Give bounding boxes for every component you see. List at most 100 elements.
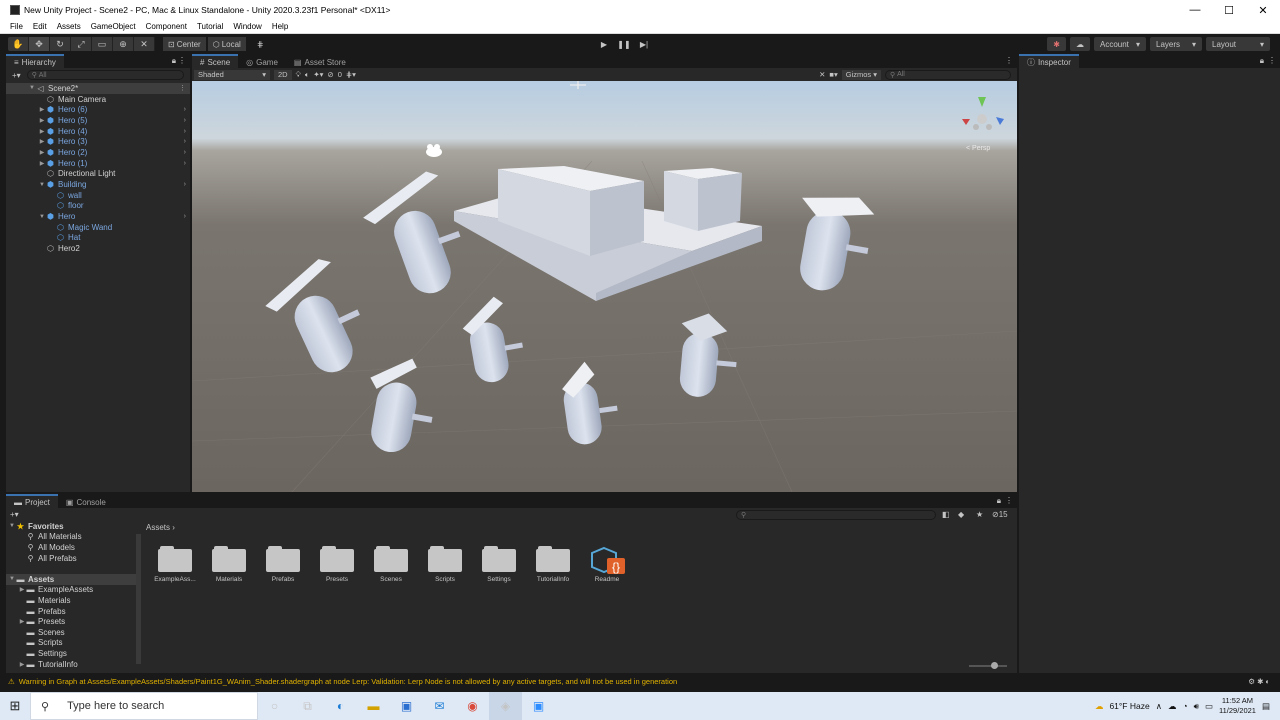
expand-arrow-icon[interactable]: ▶	[18, 661, 26, 668]
asset-folder[interactable]: Prefabs	[258, 546, 308, 583]
filter-by-type-icon[interactable]: ◧	[942, 510, 950, 519]
tab-inspector[interactable]: ⓘ Inspector	[1019, 54, 1079, 68]
menu-tutorial[interactable]: Tutorial	[192, 22, 228, 31]
asset-folder[interactable]: TutorialInfo	[528, 546, 578, 583]
project-tree-item[interactable]: ▶ ▬ TutorialInfo	[6, 659, 136, 670]
expand-arrow-icon[interactable]: ▼	[38, 182, 46, 188]
hierarchy-item[interactable]: ▶ ⬢ Hero (4) ›	[6, 126, 190, 137]
transform-tool-icon[interactable]: ⊕	[113, 37, 134, 51]
tab-project[interactable]: ▬ Project	[6, 494, 58, 508]
pivot-center-toggle[interactable]: ⊡ Center	[163, 37, 206, 51]
expand-arrow-icon[interactable]: ▼	[38, 214, 46, 220]
move-tool-icon[interactable]: ✥	[29, 37, 50, 51]
custom-tool-icon[interactable]: ✕	[134, 37, 155, 51]
menu-component[interactable]: Component	[141, 22, 192, 31]
chevron-right-icon[interactable]: ›	[184, 117, 186, 124]
menu-window[interactable]: Window	[228, 22, 266, 31]
project-tree-scrollbar[interactable]	[136, 534, 141, 664]
hierarchy-item[interactable]: ⬡ Magic Wand	[6, 222, 190, 233]
menu-file[interactable]: File	[0, 22, 28, 31]
store-icon[interactable]: ▣	[390, 692, 423, 720]
hierarchy-item[interactable]: ▶ ⬢ Hero (2) ›	[6, 147, 190, 158]
hierarchy-search-input[interactable]: ⚲ All	[26, 70, 184, 80]
tab-game[interactable]: ◎ Game	[238, 54, 286, 68]
chrome-icon[interactable]: ◉	[456, 692, 489, 720]
rect-tool-icon[interactable]: ▭	[92, 37, 113, 51]
tab-console[interactable]: ▣ Console	[57, 494, 114, 508]
weather-text[interactable]: 61°F Haze	[1109, 701, 1149, 711]
account-dropdown[interactable]: Account ▾	[1094, 37, 1146, 51]
project-tree-item[interactable]: ▬ Settings	[6, 648, 136, 659]
chevron-right-icon[interactable]: ›	[184, 149, 186, 156]
hierarchy-item[interactable]: ▶ ⬢ Hero (1) ›	[6, 158, 190, 169]
expand-arrow-icon[interactable]: ▶	[38, 138, 46, 145]
tab-hierarchy[interactable]: ≡ Hierarchy	[6, 54, 64, 68]
hierarchy-item[interactable]: ▼ ◁ Scene2* ⋮	[6, 83, 190, 94]
network-icon[interactable]: ◔	[1182, 701, 1187, 711]
taskbar-search-input[interactable]: ⚲ Type here to search	[30, 692, 258, 720]
lock-icon[interactable]: 🔒︎	[997, 496, 1001, 506]
kebab-menu-icon[interactable]: ⋮	[1005, 56, 1013, 65]
edge-icon[interactable]: ◐	[324, 692, 357, 720]
favorites-icon[interactable]: ★	[976, 510, 983, 519]
2d-toggle[interactable]: 2D	[274, 69, 292, 80]
kebab-menu-icon[interactable]: ⋮	[1005, 496, 1013, 505]
expand-arrow-icon[interactable]: ▼	[8, 523, 16, 529]
status-bar[interactable]: ⚠ Warning in Graph at Assets/ExampleAsse…	[0, 675, 1280, 687]
unity-taskbar-icon[interactable]: ◈	[489, 692, 522, 720]
tools-icon[interactable]: ✕	[819, 70, 825, 79]
rotate-tool-icon[interactable]: ↻	[50, 37, 71, 51]
project-tree-item[interactable]: ▬ Prefabs	[6, 606, 136, 617]
grid-snap-icon[interactable]: ⋕	[252, 37, 269, 51]
file-explorer-icon[interactable]: ▬	[357, 692, 390, 720]
slider-handle[interactable]	[991, 662, 998, 669]
volume-icon[interactable]: 🔊︎	[1194, 701, 1199, 712]
project-search-input[interactable]: ⚲	[736, 510, 936, 520]
cloud-icon[interactable]: ☁	[1070, 37, 1090, 51]
audio-toggle-icon[interactable]: 🔈︎	[305, 70, 310, 80]
hierarchy-item[interactable]: ⬡ Hero2	[6, 243, 190, 254]
close-button[interactable]: ✕	[1246, 4, 1280, 17]
minimize-button[interactable]: —	[1178, 4, 1212, 17]
project-tree-item[interactable]: ▶ ▬ ExampleAssets	[6, 585, 136, 596]
scene-search-input[interactable]: ⚲ All	[885, 69, 1011, 80]
asset-folder[interactable]: Scripts	[420, 546, 470, 583]
expand-arrow-icon[interactable]: ▶	[38, 106, 46, 113]
project-tree-item[interactable]: ▬ Scripts	[6, 638, 136, 649]
mail-icon[interactable]: ✉	[423, 692, 456, 720]
icon-size-slider[interactable]	[969, 662, 1007, 669]
clock[interactable]: 11:52 AM 11/29/2021	[1219, 696, 1256, 716]
lock-icon[interactable]: 🔒︎	[1260, 56, 1264, 66]
asset-readme[interactable]: {} Readme	[582, 546, 632, 583]
expand-arrow-icon[interactable]: ▶	[38, 128, 46, 135]
collab-icon[interactable]: ✱	[1047, 37, 1066, 51]
project-tree-item[interactable]: ▬ Materials	[6, 595, 136, 606]
lighting-toggle-icon[interactable]: 💡︎	[296, 70, 301, 80]
project-tree-item[interactable]: ⚲ All Materials	[6, 532, 136, 543]
battery-icon[interactable]: ▭	[1205, 701, 1213, 712]
menu-help[interactable]: Help	[267, 22, 293, 31]
add-icon[interactable]: +▾	[12, 71, 21, 80]
pivot-local-toggle[interactable]: ⬡ Local	[207, 37, 246, 51]
hidden-objects-icon[interactable]: ⊘	[327, 70, 333, 79]
asset-folder[interactable]: Materials	[204, 546, 254, 583]
chevron-right-icon[interactable]: ›	[184, 181, 186, 188]
project-tree-item[interactable]: ⚲ All Prefabs	[6, 553, 136, 564]
play-button[interactable]: ▶	[594, 37, 614, 51]
scale-tool-icon[interactable]: ⤢	[71, 37, 92, 51]
hand-tool-icon[interactable]: ✋	[8, 37, 29, 51]
effects-toggle-icon[interactable]: ✦▾	[313, 70, 323, 79]
scene-viewport[interactable]: < Persp	[192, 81, 1017, 492]
gizmos-dropdown[interactable]: Gizmos ▾	[841, 69, 881, 80]
hierarchy-item[interactable]: ⬡ wall	[6, 190, 190, 201]
tray-chevron-icon[interactable]: ∧	[1156, 701, 1162, 712]
project-tree-item[interactable]: ▬ Scenes	[6, 627, 136, 638]
expand-arrow-icon[interactable]: ▶	[18, 586, 26, 593]
expand-arrow-icon[interactable]: ▶	[38, 160, 46, 167]
asset-folder[interactable]: Settings	[474, 546, 524, 583]
project-tree-item[interactable]: ▼ ▬ Assets	[6, 573, 136, 585]
asset-folder[interactable]: ExampleAss...	[150, 546, 200, 583]
chevron-right-icon[interactable]: ›	[184, 213, 186, 220]
kebab-menu-icon[interactable]: ⋮	[1268, 56, 1276, 65]
hierarchy-item[interactable]: ⬡ Main Camera	[6, 94, 190, 105]
